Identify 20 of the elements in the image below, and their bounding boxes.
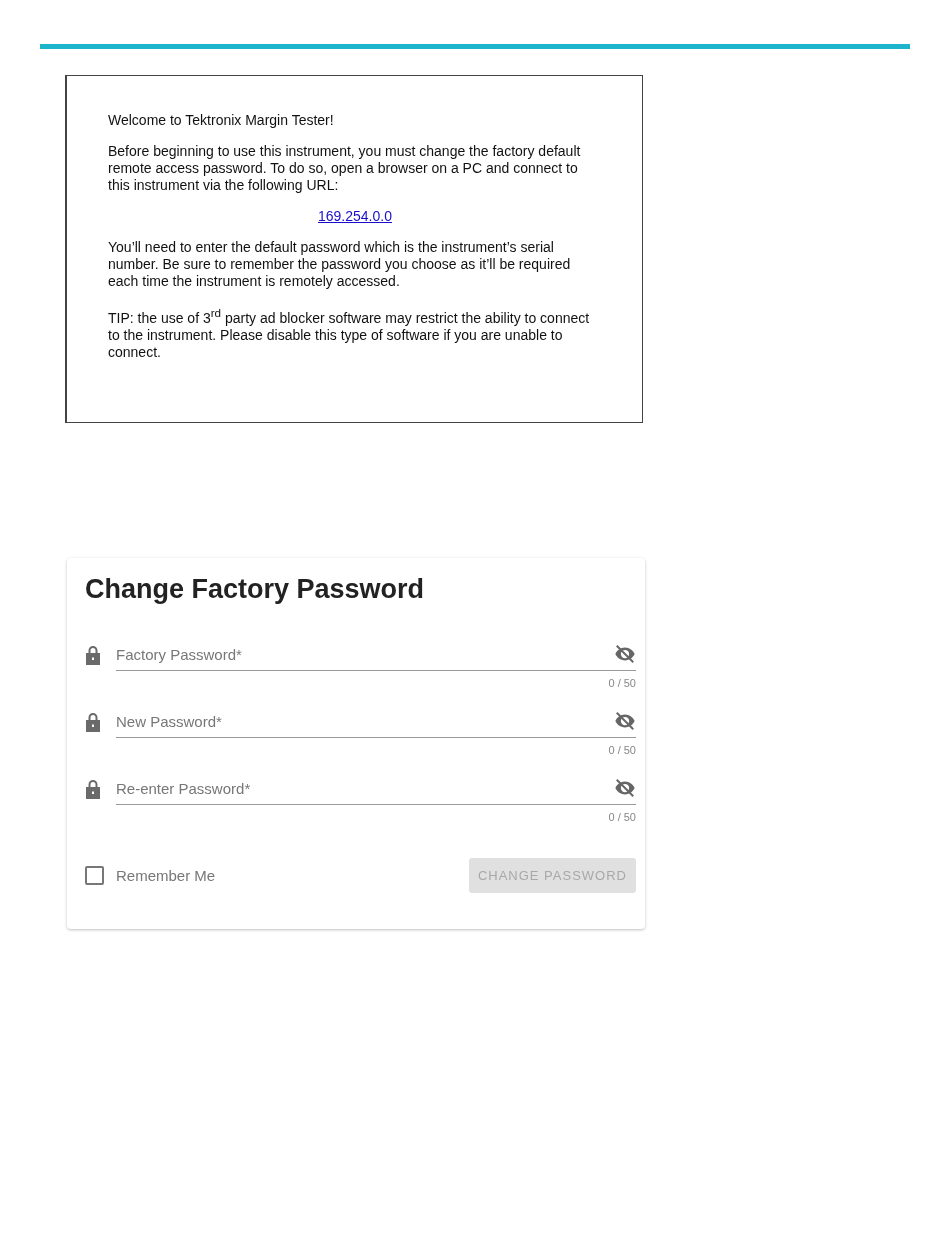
eye-off-icon[interactable] (614, 710, 636, 732)
password-field[interactable]: Re-enter Password* (116, 777, 636, 805)
remember-me-checkbox[interactable]: Remember Me (85, 866, 216, 885)
password-field[interactable]: New Password* (116, 710, 636, 738)
character-counter: 0 / 50 (608, 811, 636, 823)
message-text: Before beginning to use this instrument, you must change the factory default remote access password. To do so, open a browser on a PC and connect to this instrument via the following URL: (108, 143, 582, 194)
lock-icon (85, 645, 101, 665)
message-text: You’ll need to enter the default password which is the instrument’s serial number. Be sure to remember the password you choose as it’ll be required each time the instrument is remotely accessed. (108, 239, 572, 290)
character-counter: 0 / 50 (608, 744, 636, 756)
card-title: Change Factory Password (85, 574, 426, 605)
password-field[interactable]: Factory Password* (116, 643, 636, 671)
eye-off-icon[interactable] (614, 777, 636, 799)
eye-off-icon[interactable] (614, 643, 636, 665)
url-link[interactable]: 169.254.0.0 (318, 208, 392, 224)
lock-icon (85, 779, 101, 799)
lock-icon (85, 712, 101, 732)
character-counter: 0 / 50 (608, 677, 636, 689)
checkbox[interactable] (85, 866, 104, 885)
message-text: Welcome to Tektronix Margin Tester! (108, 112, 335, 129)
message-text: TIP: the use of 3$^{rd}$ party ad blocker software may restrict the ability to connect to the instrument. Please disable this type of software if you are unable to connect. (108, 305, 591, 361)
